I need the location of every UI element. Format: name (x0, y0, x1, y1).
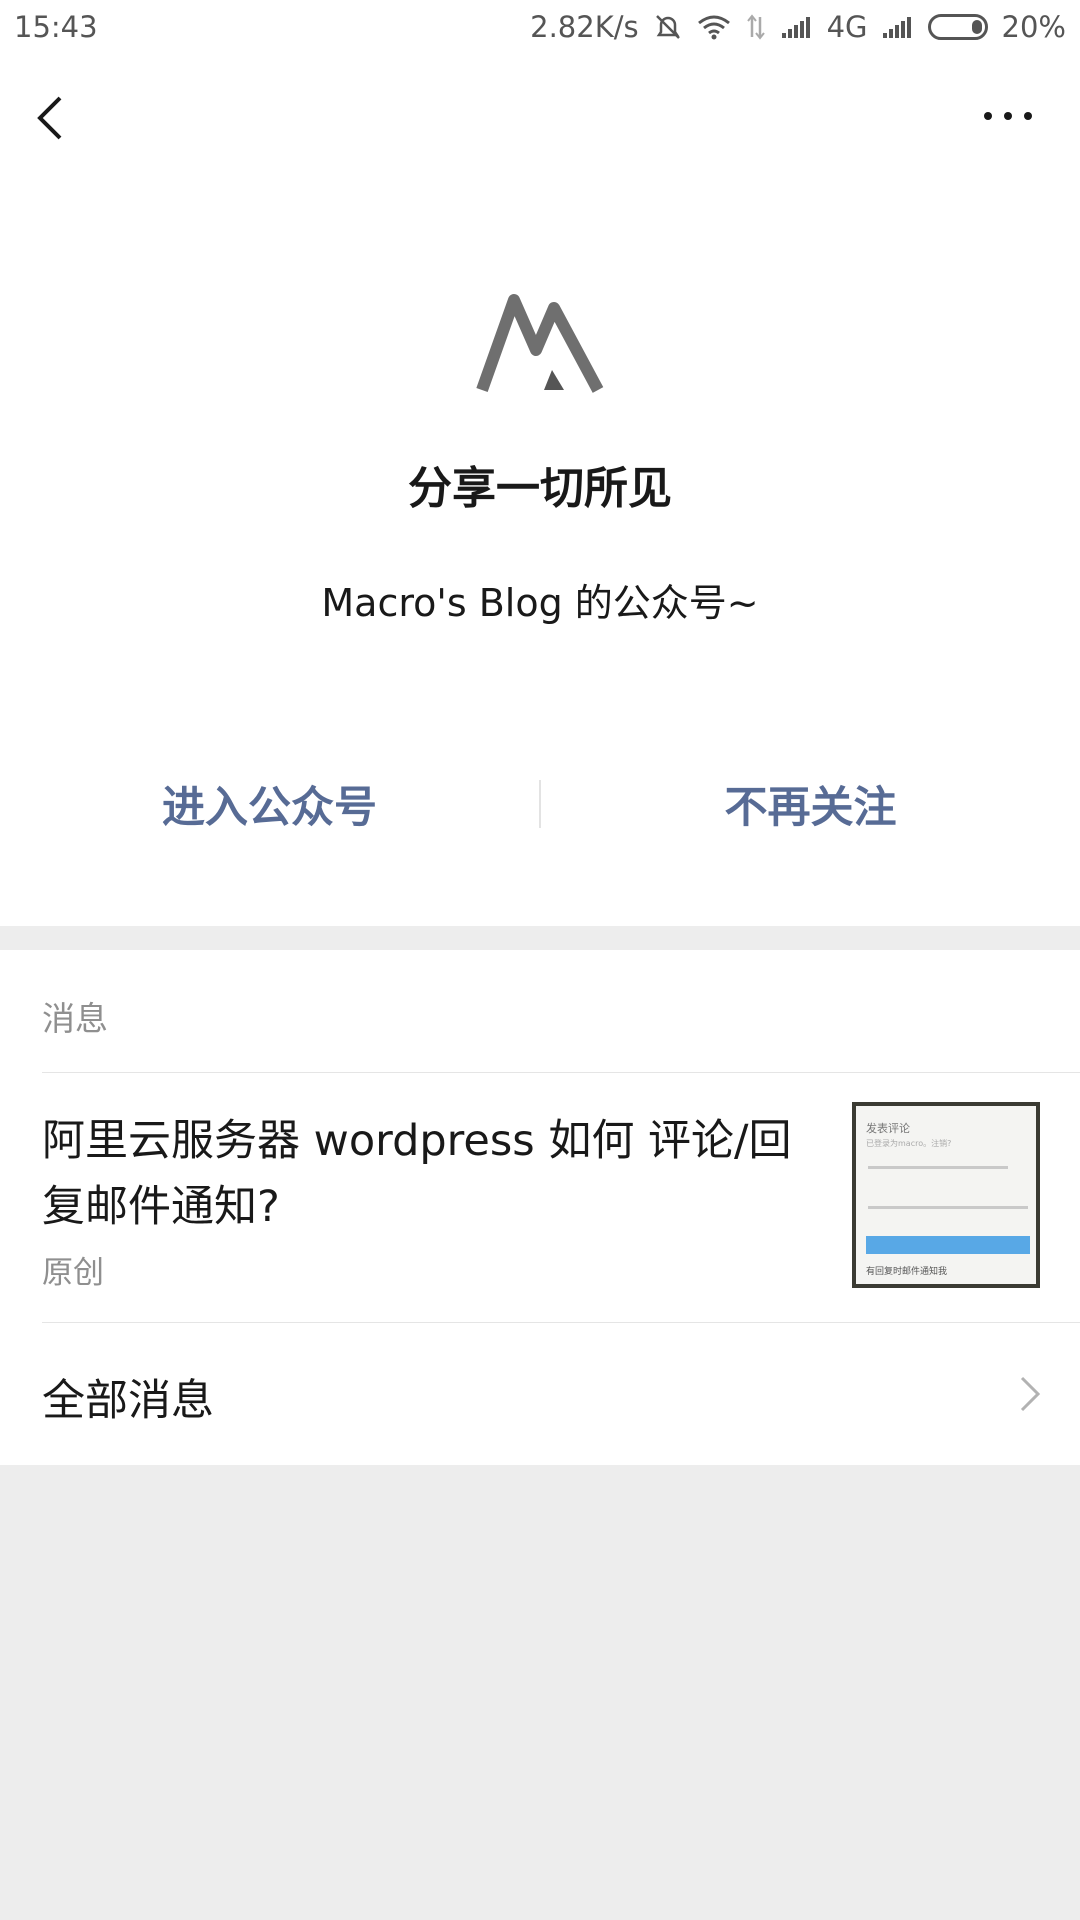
battery-level: 20% (1001, 10, 1066, 44)
chevron-right-icon (1020, 1376, 1041, 1412)
thumb-checkbox-label: 有回复时邮件通知我 (866, 1267, 948, 1277)
status-bar: 15:43 2.82K/s 4G 20% (0, 0, 1080, 54)
article-title: 阿里云服务器 wordpress 如何 评论/回复邮件通知? (42, 1116, 792, 1232)
account-actions: 进入公众号 不再关注 (0, 754, 1080, 854)
account-header: 分享一切所见 Macro's Blog 的公众号~ 进入公众号 不再关注 (0, 54, 1080, 926)
back-button[interactable] (34, 88, 74, 148)
mute-icon (653, 12, 683, 42)
thumb-heading: 发表评论 (866, 1122, 910, 1135)
enter-account-button[interactable]: 进入公众号 (0, 773, 539, 835)
article-thumbnail: 发表评论 已登录为macro。注销? 有回复时邮件通知我 (852, 1102, 1040, 1288)
account-name: 分享一切所见 (408, 463, 672, 514)
thumb-submit-bar (866, 1236, 1030, 1254)
net-speed: 2.82K/s (530, 10, 639, 44)
network-type: 4G (826, 10, 868, 44)
signal-icon (781, 15, 813, 39)
battery-icon (927, 14, 988, 40)
thumb-textarea-line (868, 1166, 1008, 1169)
account-description: Macro's Blog 的公众号~ (321, 581, 759, 625)
all-messages-row[interactable]: 全部消息 (0, 1322, 1080, 1465)
wifi-icon (697, 13, 731, 41)
status-icons: 2.82K/s 4G 20% (530, 10, 1066, 44)
screen: 15:43 2.82K/s 4G 20% 分享一切所见 Macro's Blog… (0, 0, 1080, 1920)
article-item[interactable]: 阿里云服务器 wordpress 如何 评论/回复邮件通知? 原创 发表评论 已… (0, 1072, 1080, 1322)
chevron-left-icon (37, 96, 62, 140)
account-logo (474, 286, 608, 404)
more-dots-icon (984, 112, 1032, 120)
unfollow-button[interactable]: 不再关注 (541, 773, 1080, 835)
status-time: 15:43 (14, 10, 98, 44)
thumb-textarea-line (868, 1206, 1028, 1209)
thumb-line: 已登录为macro。注销? (866, 1139, 952, 1148)
all-messages-label: 全部消息 (42, 1376, 214, 1426)
more-button[interactable] (982, 106, 1034, 126)
messages-section-label: 消息 (42, 999, 108, 1038)
messages-panel: 消息 阿里云服务器 wordpress 如何 评论/回复邮件通知? 原创 发表评… (0, 950, 1080, 1465)
signal-icon (882, 15, 914, 39)
data-arrows-icon (745, 13, 767, 41)
article-original-tag: 原创 (42, 1255, 104, 1291)
